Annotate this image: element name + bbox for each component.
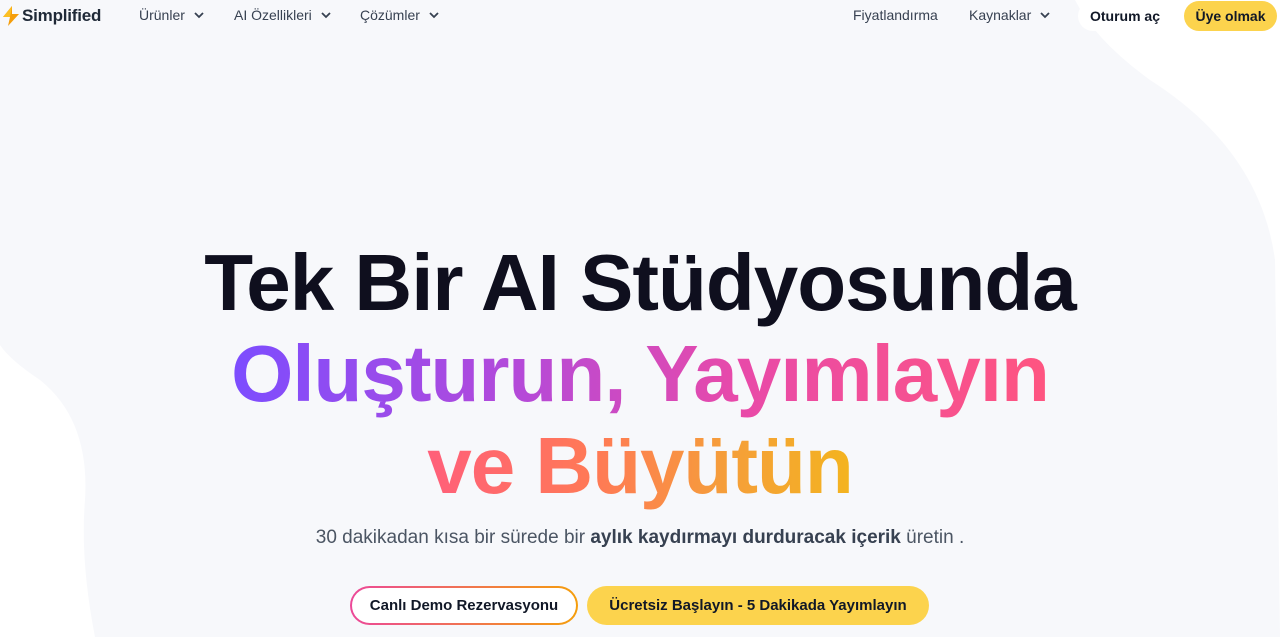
hero-gradient-text-line2: Oluşturun, Yayımlayın [231,329,1050,418]
start-free-button[interactable]: Ücretsiz Başlayın - 5 Dakikada Yayımlayı… [587,586,929,625]
nav-resources-label: Kaynaklar [969,7,1032,23]
nav-solutions[interactable]: Çözümler [360,7,439,23]
nav-ai-features[interactable]: AI Özellikleri [234,7,331,23]
book-demo-button[interactable]: Canlı Demo Rezervasyonu [350,586,578,625]
lightning-logo-icon [3,6,19,26]
nav-resources[interactable]: Kaynaklar [969,7,1050,23]
hero-gradient-text-line3: ve Büyütün [427,421,854,510]
nav-solutions-label: Çözümler [360,7,420,23]
chevron-down-icon [429,11,439,18]
chevron-down-icon [194,11,204,18]
hero-heading-line3: ve Büyütün [0,420,1280,512]
nav-products-label: Ürünler [139,7,185,23]
subtitle-prefix: 30 dakikadan kısa bir sürede bir [315,527,591,548]
top-navigation: Simplified Ürünler AI Özellikleri Çözüml… [0,0,1280,32]
chevron-down-icon [321,11,331,18]
brand-logo[interactable]: Simplified [2,5,101,27]
logo-text: Simplified [22,6,102,25]
login-button[interactable]: Oturum aç [1078,1,1172,31]
subtitle-suffix: üretin . [900,527,965,548]
nav-pricing[interactable]: Fiyatlandırma [853,7,938,23]
nav-pricing-label: Fiyatlandırma [853,7,938,23]
hero-heading-line2: Oluşturun, Yayımlayın [0,328,1280,420]
subtitle-bold: aylık kaydırmayı durduracak içerik [590,527,901,548]
hero-subtitle: 30 dakikadan kısa bir sürede bir aylık k… [0,527,1280,549]
chevron-down-icon [1040,11,1050,18]
nav-ai-features-label: AI Özellikleri [234,7,312,23]
hero-heading-line1: Tek Bir AI Stüdyosunda [204,238,1076,327]
nav-products[interactable]: Ürünler [139,7,204,23]
signup-button[interactable]: Üye olmak [1184,1,1277,31]
